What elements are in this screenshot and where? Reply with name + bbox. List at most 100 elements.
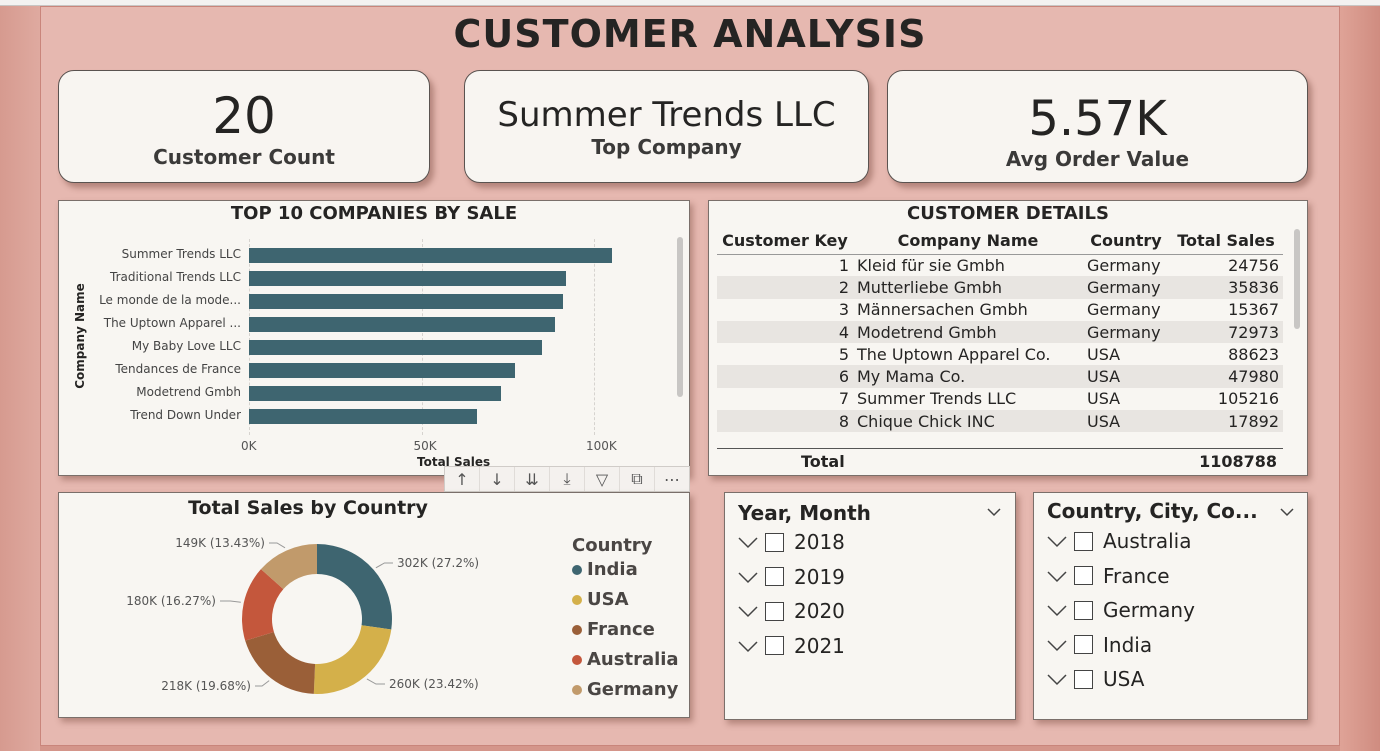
expand-all-icon[interactable]: ⇊ — [515, 467, 550, 491]
table-row[interactable]: 5 The Uptown Apparel Co. USA 88623 — [717, 343, 1283, 365]
details-grid: Customer Key Company Name Country Total … — [717, 228, 1283, 433]
bar-category-label: Le monde de la mode... — [99, 293, 241, 307]
cell-country: Germany — [1087, 300, 1161, 320]
checkbox[interactable] — [1074, 566, 1093, 585]
slicer-item-2021[interactable]: 2021 — [737, 634, 845, 658]
slicer-item-usa[interactable]: USA — [1046, 667, 1144, 691]
table-row[interactable]: 1 Kleid für sie Gmbh Germany 24756 — [717, 254, 1283, 276]
table-row[interactable]: 3 Männersachen Gmbh Germany 15367 — [717, 299, 1283, 321]
table-row[interactable]: 8 Chique Chick INC USA 17892 — [717, 410, 1283, 433]
year-slicer-dropdown-icon[interactable] — [987, 502, 1001, 521]
bar-4[interactable] — [249, 317, 555, 332]
more-options-icon[interactable]: ⋯ — [655, 467, 689, 491]
visual-header-toolbar: ↑ ↓ ⇊ ⤓ ▽ ⧉ ⋯ — [444, 466, 690, 492]
donut-leader-line — [269, 542, 286, 549]
legend-dot — [572, 654, 582, 665]
chevron-down-icon[interactable] — [1046, 672, 1068, 686]
bar-chart-scrollbar[interactable] — [677, 237, 683, 397]
bar-2[interactable] — [249, 271, 567, 286]
top-company-card[interactable]: Summer Trends LLC Top Company — [464, 70, 869, 183]
chevron-down-icon[interactable] — [1046, 569, 1068, 583]
slicer-item-label: 2021 — [794, 633, 845, 658]
bar-3[interactable] — [249, 294, 563, 309]
legend-item-usa[interactable]: USA — [572, 589, 629, 610]
chevron-down-icon[interactable] — [1046, 603, 1068, 617]
cell-total-sales: 105216 — [1217, 389, 1279, 409]
cell-country: Germany — [1087, 255, 1161, 275]
legend-item-india[interactable]: India — [572, 559, 638, 580]
bar-7[interactable] — [249, 386, 501, 401]
chevron-down-icon[interactable] — [737, 639, 759, 653]
header-total-sales[interactable]: Total Sales — [1169, 228, 1283, 254]
legend-dot — [572, 594, 582, 605]
donut-slice-india[interactable] — [317, 544, 392, 630]
header-company-name[interactable]: Company Name — [853, 228, 1083, 254]
slicer-item-australia[interactable]: Australia — [1046, 529, 1191, 553]
checkbox[interactable] — [1074, 531, 1093, 551]
slicer-item-france[interactable]: France — [1046, 564, 1170, 588]
details-scrollbar[interactable] — [1294, 229, 1300, 329]
sales-by-country-chart[interactable]: Total Sales by Country 302K (27.2%) 260K … — [58, 492, 690, 718]
slicer-item-label: France — [1103, 563, 1170, 588]
expand-next-level-icon[interactable]: ⤓ — [550, 467, 585, 491]
cell-total-sales: 17892 — [1169, 410, 1283, 433]
focus-mode-icon[interactable]: ⧉ — [620, 467, 655, 491]
checkbox[interactable] — [765, 567, 784, 586]
donut-data-label: 302K (27.2%) — [397, 556, 479, 570]
details-header-row: Customer Key Company Name Country Total … — [717, 228, 1283, 254]
year-month-slicer[interactable]: Year, Month 2018 2019 2020 2021 — [724, 492, 1016, 720]
table-row[interactable]: 2 Mutterliebe Gmbh Germany 35836 — [717, 276, 1283, 299]
slicer-item-germany[interactable]: Germany — [1046, 598, 1195, 622]
table-row[interactable]: 6 My Mama Co. USA 47980 — [717, 365, 1283, 388]
customer-count-label: Customer Count — [153, 145, 335, 169]
legend-item-germany[interactable]: Germany — [572, 679, 678, 700]
checkbox[interactable] — [765, 532, 784, 552]
header-country[interactable]: Country — [1083, 228, 1169, 254]
bar-1[interactable] — [249, 248, 612, 263]
customer-details-table[interactable]: CUSTOMER DETAILS Customer Key Company Na… — [708, 200, 1308, 476]
chevron-down-icon[interactable] — [737, 535, 759, 549]
filter-icon[interactable]: ▽ — [585, 467, 620, 491]
customer-count-card[interactable]: 20 Customer Count — [58, 70, 430, 183]
donut-slice-france[interactable] — [245, 632, 316, 694]
country-city-slicer[interactable]: Country, City, Co... Australia France Germ… — [1033, 492, 1308, 720]
bar-x-tick: 50K — [413, 439, 437, 453]
chevron-down-icon[interactable] — [1046, 638, 1068, 652]
table-row[interactable]: 7 Summer Trends LLC USA 105216 — [717, 388, 1283, 410]
checkbox[interactable] — [1074, 635, 1093, 654]
avg-order-card[interactable]: 5.57K Avg Order Value — [887, 70, 1308, 183]
cell-customer-key: 4 — [717, 320, 853, 344]
slicer-item-2020[interactable]: 2020 — [737, 599, 845, 623]
donut-data-label: 180K (16.27%) — [126, 594, 216, 608]
country-slicer-dropdown-icon[interactable] — [1280, 502, 1294, 521]
cell-customer-key: 1 — [838, 255, 849, 275]
year-slicer-title: Year, Month — [738, 501, 871, 525]
legend-item-australia[interactable]: Australia — [572, 649, 679, 670]
slicer-item-2018[interactable]: 2018 — [737, 530, 845, 554]
header-customer-key[interactable]: Customer Key — [717, 228, 853, 254]
checkbox[interactable] — [1074, 600, 1093, 620]
bar-gridline — [594, 239, 595, 435]
checkbox[interactable] — [765, 636, 784, 655]
cell-total-sales: 72973 — [1169, 320, 1283, 344]
table-row[interactable]: 4 Modetrend Gmbh Germany 72973 — [717, 320, 1283, 344]
slicer-item-india[interactable]: India — [1046, 633, 1152, 657]
bar-x-tick: 0K — [241, 439, 257, 453]
top-companies-chart[interactable]: TOP 10 COMPANIES BY SALE Company Name To… — [58, 200, 690, 476]
cell-customer-key: 2 — [717, 276, 853, 299]
slicer-item-label: 2020 — [794, 599, 845, 623]
chevron-down-icon[interactable] — [737, 604, 759, 618]
avg-order-value: 5.57K — [1028, 91, 1167, 147]
bar-6[interactable] — [249, 363, 515, 378]
bar-5[interactable] — [249, 340, 543, 355]
drill-up-icon[interactable]: ↑ — [445, 467, 480, 491]
chevron-down-icon[interactable] — [737, 570, 759, 584]
bar-8[interactable] — [249, 409, 477, 424]
chevron-down-icon[interactable] — [1046, 534, 1068, 548]
checkbox[interactable] — [765, 601, 784, 621]
checkbox[interactable] — [1074, 669, 1093, 689]
legend-item-france[interactable]: France — [572, 619, 655, 640]
drill-down-icon[interactable]: ↓ — [480, 467, 515, 491]
details-total-row: Total 1108788 — [717, 448, 1283, 474]
slicer-item-2019[interactable]: 2019 — [737, 565, 845, 589]
